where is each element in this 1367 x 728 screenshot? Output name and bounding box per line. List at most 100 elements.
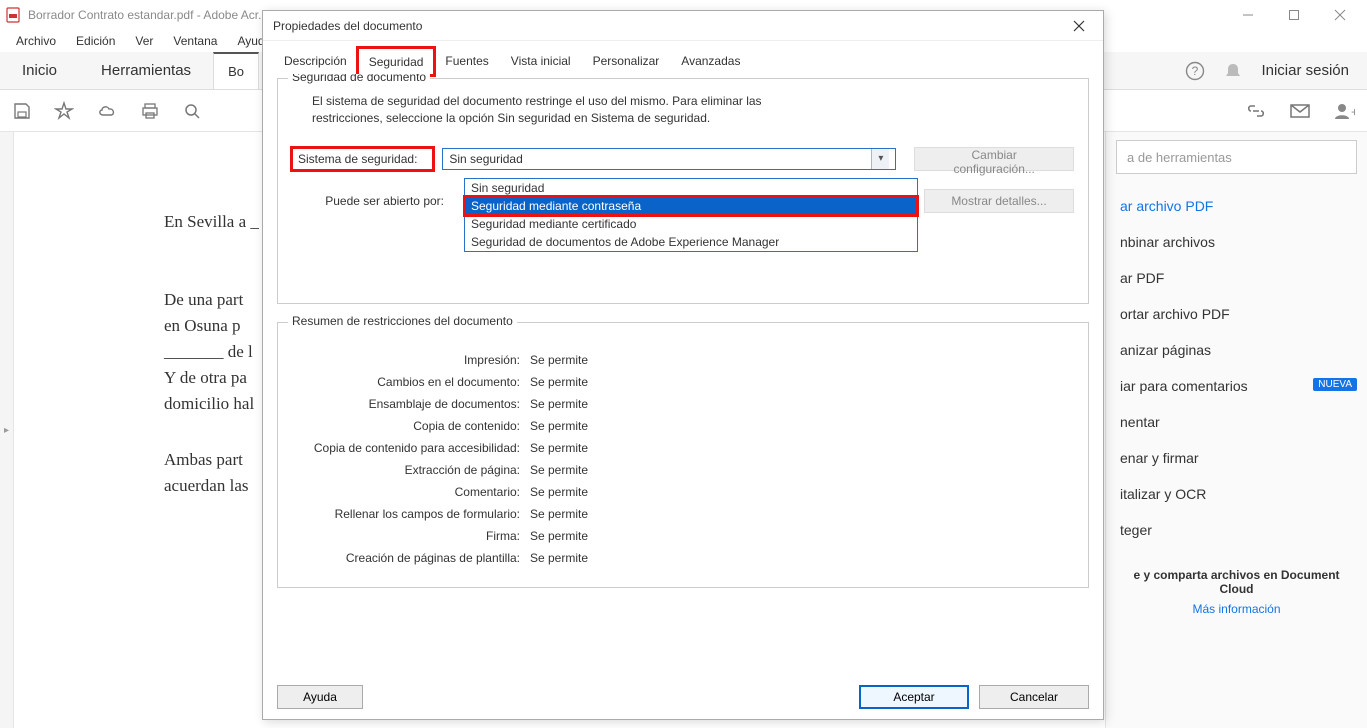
security-option[interactable]: Seguridad mediante certificado	[465, 215, 917, 233]
svg-text:+: +	[1351, 105, 1355, 119]
security-option[interactable]: Sin seguridad	[465, 179, 917, 197]
security-system-dropdown: Sin seguridad Seguridad mediante contras…	[464, 178, 918, 252]
signin-link[interactable]: Iniciar sesión	[1261, 62, 1349, 79]
restriction-label: Comentario:	[292, 485, 530, 499]
restriction-row: Comentario:Se permite	[292, 485, 1074, 499]
promo-title: e y comparta archivos en Document Cloud	[1133, 568, 1339, 596]
restriction-value: Se permite	[530, 529, 588, 543]
restriction-value: Se permite	[530, 419, 588, 433]
tab-personalizar[interactable]: Personalizar	[582, 47, 671, 74]
security-system-select[interactable]: Sin seguridad ▾	[442, 148, 896, 170]
cancel-button[interactable]: Cancelar	[979, 685, 1089, 709]
restriction-value: Se permite	[530, 397, 588, 411]
restriction-label: Ensamblaje de documentos:	[292, 397, 530, 411]
tools-panel: a de herramientas ar archivo PDFnbinar a…	[1105, 132, 1367, 728]
tool-panel-item[interactable]: ar PDF	[1116, 260, 1357, 296]
pdf-icon	[4, 6, 22, 24]
bell-icon[interactable]	[1223, 61, 1243, 81]
restriction-row: Cambios en el documento:Se permite	[292, 375, 1074, 389]
restriction-value: Se permite	[530, 551, 588, 565]
tool-panel-item[interactable]: italizar y OCR	[1116, 476, 1357, 512]
link-icon[interactable]	[1245, 102, 1267, 120]
dialog-title-bar: Propiedades del documento	[263, 11, 1103, 41]
tab-avanzadas[interactable]: Avanzadas	[670, 47, 751, 74]
security-option[interactable]: Seguridad de documentos de Adobe Experie…	[465, 233, 917, 251]
save-icon[interactable]	[12, 101, 32, 121]
restriction-value: Se permite	[530, 485, 588, 499]
left-nav-strip[interactable]: ▸	[0, 132, 14, 728]
promo-link[interactable]: Más información	[1122, 602, 1351, 616]
security-option-selected[interactable]: Seguridad mediante contraseña	[465, 197, 917, 215]
restriction-value: Se permite	[530, 375, 588, 389]
open-by-label: Puede ser abierto por:	[292, 194, 452, 208]
restriction-value: Se permite	[530, 507, 588, 521]
minimize-button[interactable]	[1225, 0, 1271, 30]
tool-panel-item[interactable]: teger	[1116, 512, 1357, 548]
document-tab[interactable]: Bo	[213, 52, 259, 89]
document-properties-dialog: Propiedades del documento Descripción Se…	[262, 10, 1104, 720]
restriction-label: Copia de contenido:	[292, 419, 530, 433]
change-config-button: Cambiar configuración...	[914, 147, 1074, 171]
restriction-row: Ensamblaje de documentos:Se permite	[292, 397, 1074, 411]
help-icon[interactable]: ?	[1185, 61, 1205, 81]
tool-panel-item[interactable]: enar y firmar	[1116, 440, 1357, 476]
restriction-label: Rellenar los campos de formulario:	[292, 507, 530, 521]
tools-tab[interactable]: Herramientas	[79, 52, 213, 89]
menu-ventana[interactable]: Ventana	[165, 32, 225, 50]
print-icon[interactable]	[140, 101, 160, 121]
security-intro: El sistema de seguridad del documento re…	[292, 93, 772, 141]
tool-panel-item[interactable]: anizar páginas	[1116, 332, 1357, 368]
tool-panel-item[interactable]: iar para comentariosNUEVA	[1116, 368, 1357, 404]
show-details-button: Mostrar detalles...	[924, 189, 1074, 213]
restriction-row: Copia de contenido para accesibilidad:Se…	[292, 441, 1074, 455]
restriction-value: Se permite	[530, 353, 588, 367]
cloud-icon[interactable]	[96, 101, 118, 121]
restriction-row: Rellenar los campos de formulario:Se per…	[292, 507, 1074, 521]
star-icon[interactable]	[54, 101, 74, 121]
dialog-close-button[interactable]	[1065, 12, 1093, 40]
help-button[interactable]: Ayuda	[277, 685, 363, 709]
restriction-row: Copia de contenido:Se permite	[292, 419, 1074, 433]
menu-ver[interactable]: Ver	[127, 32, 161, 50]
chevron-down-icon: ▾	[871, 149, 889, 169]
restriction-value: Se permite	[530, 463, 588, 477]
tab-fuentes[interactable]: Fuentes	[434, 47, 499, 74]
dialog-footer: Ayuda Aceptar Cancelar	[263, 675, 1103, 719]
adduser-icon[interactable]: +	[1333, 101, 1355, 121]
dialog-tabs: Descripción Seguridad Fuentes Vista inic…	[263, 41, 1103, 74]
svg-text:?: ?	[1192, 64, 1199, 78]
tool-panel-item[interactable]: ortar archivo PDF	[1116, 296, 1357, 332]
restriction-label: Creación de páginas de plantilla:	[292, 551, 530, 565]
tab-vista-inicial[interactable]: Vista inicial	[500, 47, 582, 74]
home-tab[interactable]: Inicio	[0, 52, 79, 89]
tools-search-input[interactable]: a de herramientas	[1116, 140, 1357, 174]
security-select-value: Sin seguridad	[449, 152, 522, 166]
restrictions-legend: Resumen de restricciones del documento	[288, 314, 517, 328]
restrictions-group: Resumen de restricciones del documento I…	[277, 322, 1089, 588]
restriction-row: Extracción de página:Se permite	[292, 463, 1074, 477]
maximize-button[interactable]	[1271, 0, 1317, 30]
dialog-title: Propiedades del documento	[273, 19, 422, 33]
restriction-label: Extracción de página:	[292, 463, 530, 477]
close-button[interactable]	[1317, 0, 1363, 30]
security-system-label: Sistema de seguridad:	[292, 148, 433, 170]
mail-icon[interactable]	[1289, 102, 1311, 120]
promo-box: e y comparta archivos en Document Cloud …	[1116, 568, 1357, 616]
menu-archivo[interactable]: Archivo	[8, 32, 64, 50]
security-group: Seguridad de documento El sistema de seg…	[277, 78, 1089, 304]
tab-seguridad[interactable]: Seguridad	[358, 48, 435, 75]
restriction-label: Cambios en el documento:	[292, 375, 530, 389]
restriction-row: Firma:Se permite	[292, 529, 1074, 543]
tab-descripcion[interactable]: Descripción	[273, 47, 358, 74]
window-title: Borrador Contrato estandar.pdf - Adobe A…	[28, 8, 268, 22]
badge: NUEVA	[1313, 378, 1357, 391]
search-icon[interactable]	[182, 101, 202, 121]
restriction-value: Se permite	[530, 441, 588, 455]
tool-panel-item[interactable]: ar archivo PDF	[1116, 188, 1357, 224]
security-legend: Seguridad de documento	[288, 74, 430, 84]
menu-edicion[interactable]: Edición	[68, 32, 123, 50]
restriction-label: Copia de contenido para accesibilidad:	[292, 441, 530, 455]
ok-button[interactable]: Aceptar	[859, 685, 969, 709]
tool-panel-item[interactable]: nbinar archivos	[1116, 224, 1357, 260]
tool-panel-item[interactable]: nentar	[1116, 404, 1357, 440]
